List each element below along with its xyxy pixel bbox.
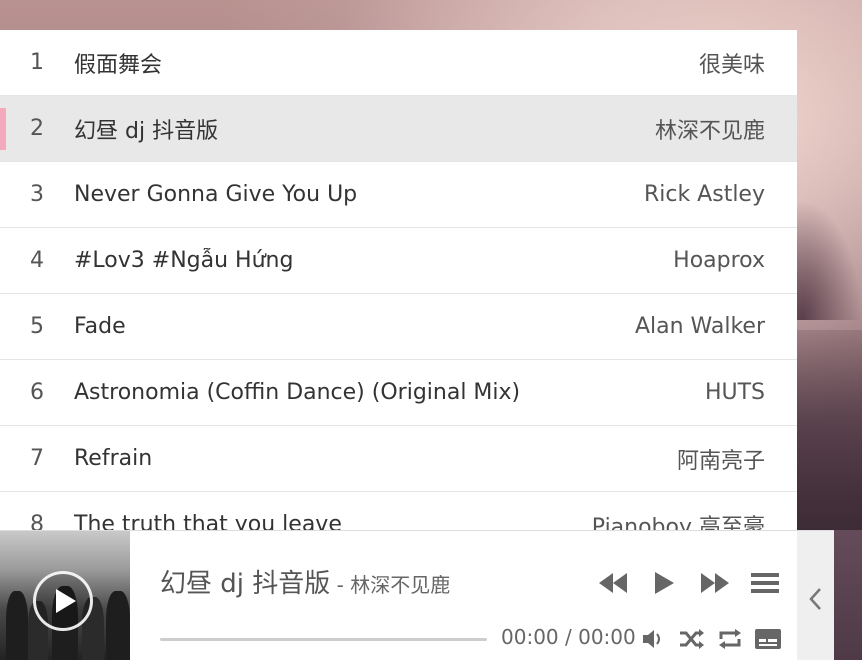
skip-back-icon[interactable]: [597, 569, 629, 597]
player-bar: 幻昼 dj 抖音版 - 林深不见鹿 00:00 / 00:00: [0, 530, 834, 660]
track-title: Astronomia (Coffin Dance) (Original Mix): [74, 380, 521, 405]
shuffle-icon[interactable]: [679, 626, 705, 652]
track-artist: Alan Walker: [634, 314, 765, 339]
track-index: 3: [30, 182, 44, 207]
chevron-left-icon: [809, 588, 821, 610]
progress-bar[interactable]: [160, 638, 487, 641]
menu-icon[interactable]: [750, 569, 780, 597]
now-playing: 幻昼 dj 抖音版 - 林深不见鹿: [160, 563, 450, 600]
album-cover[interactable]: [0, 531, 130, 660]
track-index: 6: [30, 380, 44, 405]
track-index: 7: [30, 446, 44, 471]
skip-forward-icon[interactable]: [699, 569, 731, 597]
playlist-item-active[interactable]: 2 幻昼 dj 抖音版 林深不见鹿: [0, 96, 797, 162]
playlist-item[interactable]: 3 Never Gonna Give You Up Rick Astley: [0, 162, 797, 228]
cover-figure: [106, 591, 130, 660]
track-title: The truth that you leave: [74, 512, 342, 530]
track-title: 幻昼 dj 抖音版: [74, 118, 219, 144]
track-artist: Pianoboy 高至豪: [591, 514, 765, 531]
track-artist: 林深不见鹿: [654, 118, 765, 144]
playlist-item[interactable]: 8 The truth that you leave Pianoboy 高至豪: [0, 492, 797, 530]
playlist: 1 假面舞会 很美味 2 幻昼 dj 抖音版 林深不见鹿 3 Never Gon…: [0, 30, 797, 530]
track-index: 5: [30, 314, 44, 339]
time-display: 00:00 / 00:00: [501, 625, 636, 649]
playlist-item[interactable]: 1 假面舞会 很美味: [0, 30, 797, 96]
track-index: 2: [30, 116, 44, 141]
track-title: Fade: [74, 314, 126, 339]
track-artist: Rick Astley: [643, 182, 765, 207]
playlist-item[interactable]: 4 #Lov3 #Ngẫu Hứng Hoaprox: [0, 228, 797, 294]
track-index: 4: [30, 248, 44, 273]
volume-icon[interactable]: [641, 626, 667, 652]
track-artist: Hoaprox: [673, 248, 765, 273]
track-artist: 阿南亮子: [676, 448, 765, 474]
lyrics-icon[interactable]: [755, 626, 781, 652]
track-index: 1: [30, 50, 44, 75]
track-artist: 很美味: [698, 52, 765, 78]
track-artist: HUTS: [704, 380, 765, 405]
now-playing-separator: -: [330, 573, 351, 597]
pause-play-icon[interactable]: [652, 569, 676, 597]
collapse-toggle[interactable]: [797, 530, 834, 660]
repeat-icon[interactable]: [717, 626, 743, 652]
track-title: 假面舞会: [74, 52, 163, 78]
track-title: Never Gonna Give You Up: [74, 182, 358, 207]
now-playing-artist: 林深不见鹿: [350, 573, 451, 597]
playlist-item[interactable]: 6 Astronomia (Coffin Dance) (Original Mi…: [0, 360, 797, 426]
track-title: Refrain: [74, 446, 153, 471]
play-icon[interactable]: [33, 571, 93, 631]
cover-figure: [6, 591, 28, 660]
playlist-item[interactable]: 7 Refrain 阿南亮子: [0, 426, 797, 492]
playlist-item[interactable]: 5 Fade Alan Walker: [0, 294, 797, 360]
now-playing-title: 幻昼 dj 抖音版: [160, 569, 331, 599]
track-index: 8: [30, 512, 44, 530]
track-title: #Lov3 #Ngẫu Hứng: [74, 248, 294, 273]
